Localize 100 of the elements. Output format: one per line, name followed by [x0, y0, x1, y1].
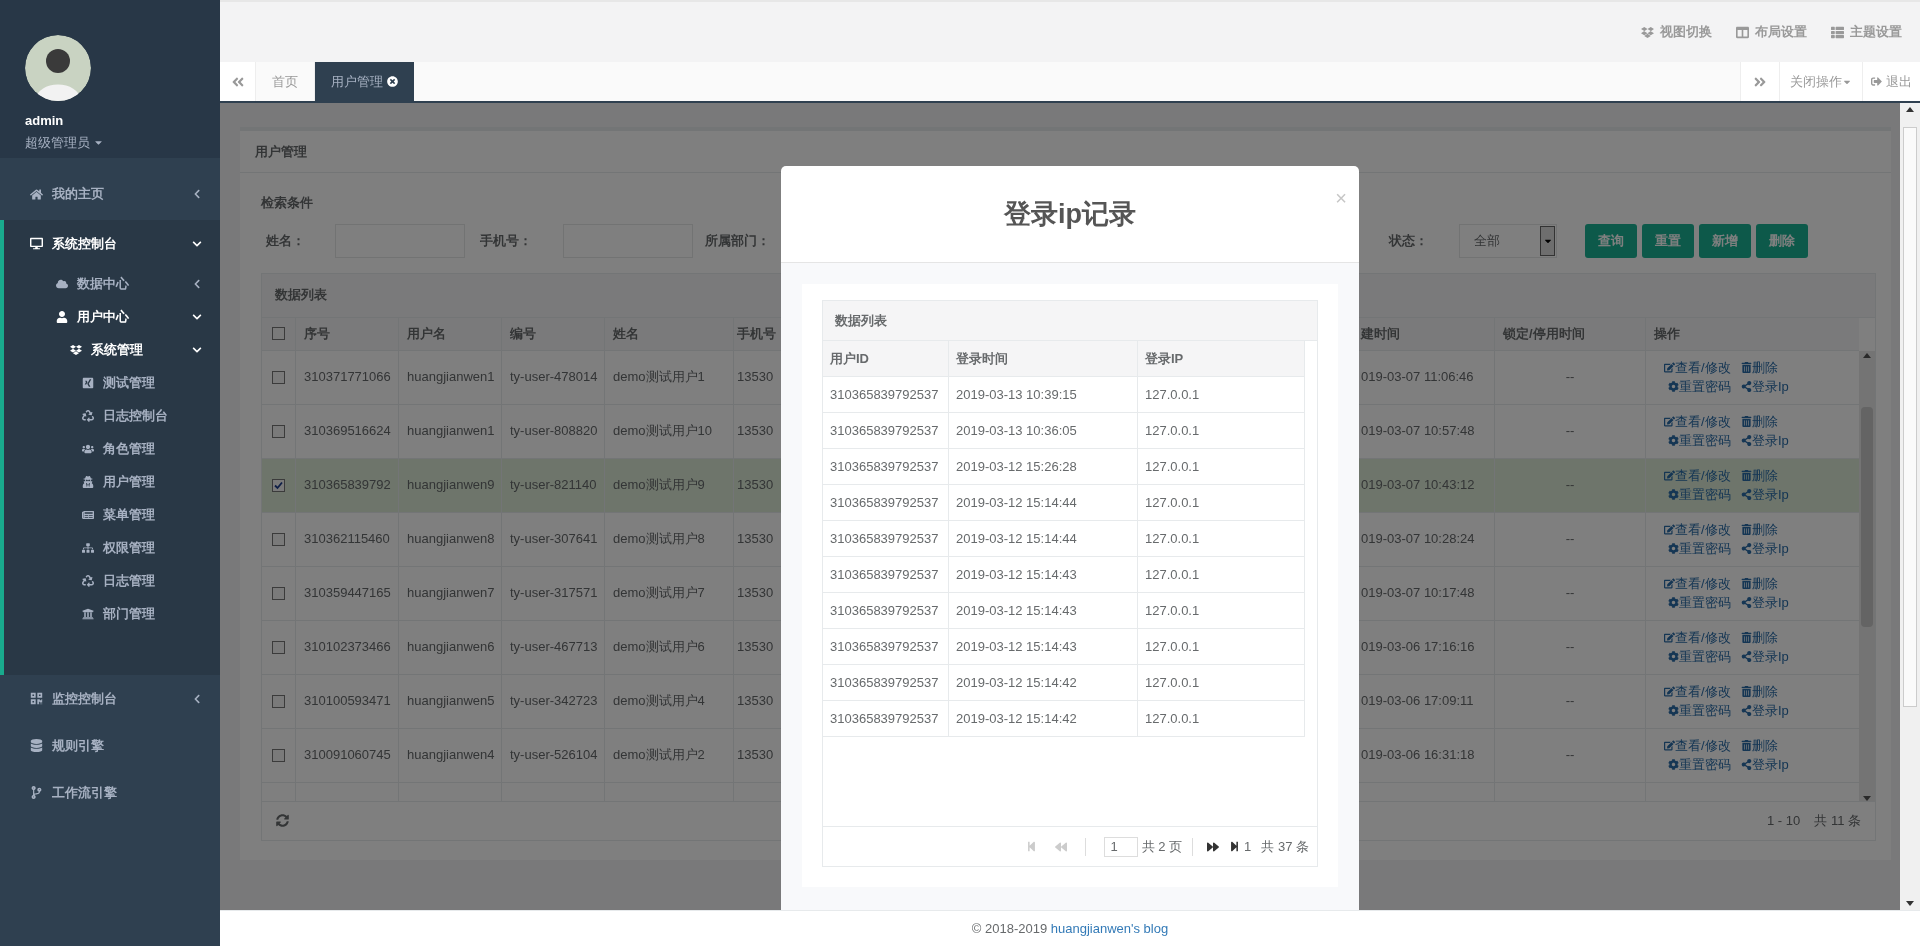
table-cell-text: 13530 [737, 422, 774, 441]
table-cell-text: 2019-03-12 15:14:43 [956, 637, 1077, 656]
table-cell-text: huangjianwen9 [407, 476, 495, 495]
table-cell-text: ty-user-808820 [510, 422, 598, 441]
table-cell-text: 310359447165 [304, 584, 391, 603]
table-cell-text: ty-user-317571 [510, 584, 598, 603]
table-cell-text: -- [1565, 422, 1575, 441]
table-cell-text: 019-03-07 10:28:24 [1361, 530, 1475, 549]
column-header: 用户ID [830, 349, 869, 368]
table-cell-text: 2019-03-12 15:14:44 [956, 529, 1077, 548]
table-cell-text: 019-03-07 10:43:12 [1361, 476, 1475, 495]
table-cell-text: 127.0.0.1 [1145, 529, 1200, 548]
total-count: 共 11 条 [1814, 811, 1861, 830]
column-header: 建时间 [1361, 324, 1400, 343]
table-cell-text: 310371771066 [304, 368, 391, 387]
table-cell-text: ty-user-526104 [510, 746, 598, 765]
total-count: 共 37 条 [1261, 837, 1309, 856]
table-cell-text: demo测试用户6 [613, 638, 705, 657]
table-cell-text: 310365839792537 [830, 601, 939, 620]
table-cell-text: 13530 [737, 368, 774, 387]
card-title: 用户管理 [255, 142, 307, 161]
table-cell-text: 127.0.0.1 [1145, 637, 1200, 656]
table-cell-text: 310365839792537 [830, 565, 939, 584]
table-cell-text: 127.0.0.1 [1145, 457, 1200, 476]
table-cell-text: 019-03-06 16:31:18 [1361, 746, 1475, 765]
table-cell-text: 310365839792537 [830, 637, 939, 656]
table-cell-text: 2019-03-13 10:39:15 [956, 385, 1077, 404]
page-range: 1 - 10 [1767, 811, 1801, 830]
table-cell-text: 310365839792537 [830, 457, 939, 476]
panel-title: 数据列表 [275, 286, 327, 305]
table-cell-text: 13530 [737, 692, 774, 711]
table-cell-text: 310369516624 [304, 422, 391, 441]
table-cell-text: 127.0.0.1 [1145, 709, 1200, 728]
table-cell-text: ty-user-467713 [510, 638, 598, 657]
table-cell-text: huangjianwen6 [407, 638, 495, 657]
column-header: 用户名 [407, 324, 446, 343]
table-cell-text: 13530 [737, 476, 774, 495]
table-cell-text: 13530 [737, 638, 774, 657]
table-cell-text: huangjianwen1 [407, 422, 495, 441]
table-cell-text: -- [1565, 530, 1575, 549]
table-cell-text: 127.0.0.1 [1145, 421, 1200, 440]
table-cell-text: demo测试用户2 [613, 746, 705, 765]
table-cell-text: huangjianwen1 [407, 368, 495, 387]
table-cell-text: -- [1565, 368, 1575, 387]
table-cell-text: 127.0.0.1 [1145, 565, 1200, 584]
table-cell-text: 310365839792537 [830, 385, 939, 404]
table-cell-text: 019-03-07 11:06:46 [1361, 368, 1474, 387]
table-cell-text: ty-user-307641 [510, 530, 598, 549]
table-cell-text: 019-03-06 17:16:16 [1361, 638, 1475, 657]
table-cell-text: 019-03-06 17:09:11 [1361, 692, 1474, 711]
table-cell-text: demo测试用户4 [613, 692, 705, 711]
table-cell-text: ty-user-342723 [510, 692, 598, 711]
table-cell-text: 310365839792537 [830, 421, 939, 440]
table-cell-text: 019-03-07 10:17:48 [1361, 584, 1475, 603]
column-header: 操作 [1654, 324, 1680, 343]
field-label: 所属部门： [705, 232, 770, 251]
table-cell-text: 310365839792537 [830, 673, 939, 692]
table-cell-text: 2019-03-12 15:14:43 [956, 601, 1077, 620]
table-cell-text: -- [1565, 638, 1575, 657]
table-cell-text: huangjianwen8 [407, 530, 495, 549]
table-cell-text: 310102373466 [304, 638, 391, 657]
table-cell-text: huangjianwen4 [407, 746, 495, 765]
table-cell-text: -- [1565, 476, 1575, 495]
table-cell-text: 13530 [737, 530, 774, 549]
column-header: 编号 [510, 324, 536, 343]
table-cell-text: demo测试用户10 [613, 422, 712, 441]
column-header: 锁定/停用时间 [1503, 324, 1585, 343]
table-cell-text: 310365839792 [304, 476, 391, 495]
section-heading: 检索条件 [261, 194, 313, 212]
table-cell-text: -- [1565, 584, 1575, 603]
table-cell-text: -- [1565, 692, 1575, 711]
table-cell-text: ty-user-821140 [510, 476, 597, 495]
table-cell-text: 2019-03-13 10:36:05 [956, 421, 1077, 440]
table-cell-text: 127.0.0.1 [1145, 673, 1200, 692]
table-cell-text: 13530 [737, 746, 774, 765]
copyright-text: © 2018-2019 huangjianwen's blog [971, 919, 1169, 938]
table-cell-text: 2019-03-12 15:14:44 [956, 493, 1077, 512]
table-cell-text: 127.0.0.1 [1145, 385, 1200, 404]
column-header: 序号 [304, 324, 330, 343]
table-cell-text: 310365839792537 [830, 709, 939, 728]
table-cell-text: 127.0.0.1 [1145, 493, 1200, 512]
table-cell-text: ty-user-478014 [510, 368, 598, 387]
table-cell-text: 127.0.0.1 [1145, 601, 1200, 620]
table-cell-text: huangjianwen7 [407, 584, 495, 603]
table-cell-text: 310091060745 [304, 746, 391, 765]
column-header: 登录时间 [956, 349, 1008, 368]
table-cell-text: demo测试用户9 [613, 476, 705, 495]
field-label: 手机号： [480, 232, 533, 251]
table-cell-text: 310362115460 [304, 530, 390, 549]
table-cell-text: 019-03-07 10:57:48 [1361, 422, 1475, 441]
table-cell-text: -- [1565, 746, 1575, 765]
table-cell-text: demo测试用户7 [613, 584, 705, 603]
table-cell-text: huangjianwen5 [407, 692, 495, 711]
column-header: 登录IP [1145, 349, 1184, 368]
table-cell-text: 2019-03-12 15:14:43 [956, 565, 1077, 584]
table-cell-text: demo测试用户1 [613, 368, 705, 387]
table-cell-text: 310100593471 [304, 692, 391, 711]
panel-title: 数据列表 [835, 311, 887, 330]
field-label: 状态： [1389, 232, 1429, 251]
table-cell-text: 2019-03-12 15:14:42 [956, 673, 1077, 692]
